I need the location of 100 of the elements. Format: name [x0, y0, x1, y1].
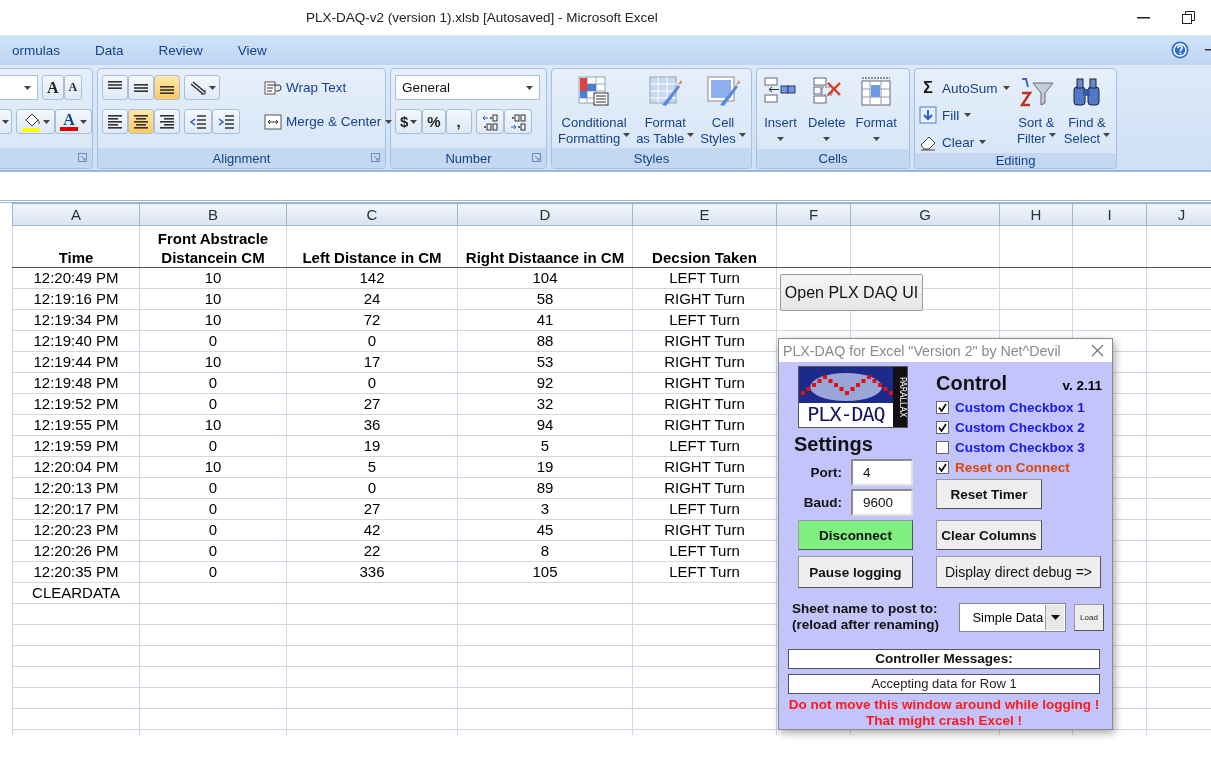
currency-button[interactable]: $ [395, 109, 423, 134]
checkbox[interactable] [936, 440, 949, 454]
table-cell: 0 [286, 477, 458, 499]
checkbox[interactable] [936, 400, 949, 414]
dialog-title: PLX-DAQ for Excel "Version 2" by Net^Devil [783, 342, 1061, 359]
font-color-glyph: A [63, 112, 75, 127]
connect-button[interactable]: Disconnect [798, 520, 913, 550]
table-cell: 0 [286, 372, 458, 394]
clear-columns-button[interactable]: Clear Columns [936, 520, 1042, 550]
minimize-icon[interactable] [1137, 16, 1150, 19]
column-header[interactable]: H [999, 203, 1073, 226]
caret-icon [687, 133, 695, 137]
table-cell: 53 [457, 351, 633, 373]
fill-button[interactable]: Fill [919, 104, 1011, 126]
increase-indent-button[interactable] [212, 109, 240, 134]
table-button[interactable]: Format as Table [634, 75, 697, 148]
reset-timer-button[interactable]: Reset Timer [936, 479, 1042, 509]
find-button[interactable]: Find & Select [1061, 75, 1112, 153]
caret-icon [43, 119, 50, 124]
caret-icon [872, 137, 880, 141]
decrease-decimal-button[interactable] [503, 109, 532, 134]
table-cell: 10 [139, 267, 287, 289]
table-cell: 12:20:04 PM [12, 456, 140, 478]
orientation-button[interactable] [184, 75, 220, 100]
table-cell: 0 [139, 540, 287, 562]
message-field: Accepting data for Row 1 [788, 674, 1100, 694]
caret-icon [24, 85, 31, 90]
column-header[interactable]: J [1146, 203, 1211, 226]
column-header[interactable]: F [776, 203, 851, 226]
fill-color-button[interactable] [16, 109, 55, 134]
border-button[interactable] [0, 109, 12, 134]
ribbon-tab[interactable]: Review [158, 42, 203, 58]
table-cell: RIGHT Turn [632, 393, 777, 415]
column-header[interactable]: B [139, 203, 287, 226]
port-field[interactable]: 4 [851, 459, 913, 486]
merge-center-button[interactable]: Merge & Center [260, 109, 397, 134]
column-header[interactable]: I [1072, 203, 1147, 226]
down-arrow-box-icon [919, 106, 937, 124]
delete-button[interactable]: Delete [806, 75, 848, 149]
ribbon-tab[interactable]: View [237, 42, 267, 58]
checkbox[interactable] [936, 420, 949, 434]
sort-button[interactable]: Sort & Filter [1014, 75, 1058, 153]
ribbon-tab[interactable]: ormulas [12, 42, 60, 58]
table-cell: 5 [457, 435, 633, 457]
table-cell: 12:19:55 PM [12, 414, 140, 436]
debug-button[interactable]: Display direct debug => [936, 556, 1101, 588]
sheet-dropdown[interactable]: Simple Data [959, 602, 1066, 632]
conditional-button[interactable]: Conditional Formatting [556, 75, 633, 148]
sigma-glyph: Σ [922, 79, 934, 97]
column-header[interactable]: A [12, 203, 140, 226]
close-icon[interactable] [1091, 344, 1104, 357]
middle-align-button[interactable] [128, 75, 154, 100]
checkbox-label: Custom Checkbox 3 [955, 439, 1085, 455]
minimize-ribbon-icon[interactable] [1205, 49, 1211, 51]
bottom-align-button[interactable] [154, 75, 180, 100]
restore-icon[interactable] [1182, 11, 1195, 24]
decrease-indent-button[interactable] [184, 109, 212, 134]
table-cell: 12:19:34 PM [12, 309, 140, 331]
top-align-icon [108, 81, 122, 89]
insert-button[interactable]: Insert [761, 75, 800, 149]
table-cell: RIGHT Turn [632, 288, 777, 310]
checkbox-label: Reset on Connect [955, 459, 1070, 475]
shrink-font-button[interactable]: A [63, 75, 83, 100]
open-ui-button[interactable]: Open PLX DAQ UI [780, 274, 923, 311]
table-cell: 12:19:16 PM [12, 288, 140, 310]
clear-button[interactable]: Clear [919, 131, 1011, 153]
column-header[interactable]: E [632, 203, 777, 226]
number-format-dropdown[interactable]: General [395, 75, 540, 100]
table-cell: 12:19:40 PM [12, 330, 140, 352]
caret-icon [623, 133, 631, 137]
help-icon[interactable] [1171, 41, 1189, 59]
grow-font-button[interactable]: A [42, 75, 64, 100]
table-cell: 12:19:52 PM [12, 393, 140, 415]
pause-button[interactable]: Pause logging [798, 556, 913, 588]
increase-decimal-button[interactable] [475, 109, 504, 134]
font-color-button[interactable]: A [55, 109, 92, 134]
table-cell: LEFT Turn [632, 267, 777, 289]
percent-button[interactable]: % [422, 109, 446, 134]
format-button[interactable]: Format [853, 75, 899, 149]
baud-field[interactable]: 9600 [851, 489, 913, 516]
checkbox[interactable] [936, 460, 949, 474]
column-header[interactable]: D [457, 203, 633, 226]
column-header[interactable]: C [286, 203, 458, 226]
cellstyles-button[interactable]: Cell Styles [698, 75, 748, 148]
right-align-button[interactable] [154, 109, 180, 134]
cell-styles-icon [705, 75, 741, 107]
ribbon-tab[interactable]: Data [95, 42, 124, 58]
top-align-button[interactable] [102, 75, 128, 100]
checkbox-label: Custom Checkbox 2 [955, 419, 1085, 435]
column-header[interactable]: G [850, 203, 1000, 226]
wrap-text-button[interactable]: Wrap Text [260, 75, 397, 100]
caret-icon [1002, 86, 1010, 90]
autosum-button[interactable]: Σ AutoSum [919, 77, 1011, 99]
table-cell: 88 [457, 330, 633, 352]
middle-align-icon [134, 83, 148, 92]
load-button[interactable]: Load [1074, 603, 1104, 631]
table-cell: RIGHT Turn [632, 414, 777, 436]
center-align-button[interactable] [128, 109, 154, 134]
comma-button[interactable]: , [445, 109, 472, 134]
left-align-button[interactable] [102, 109, 128, 134]
